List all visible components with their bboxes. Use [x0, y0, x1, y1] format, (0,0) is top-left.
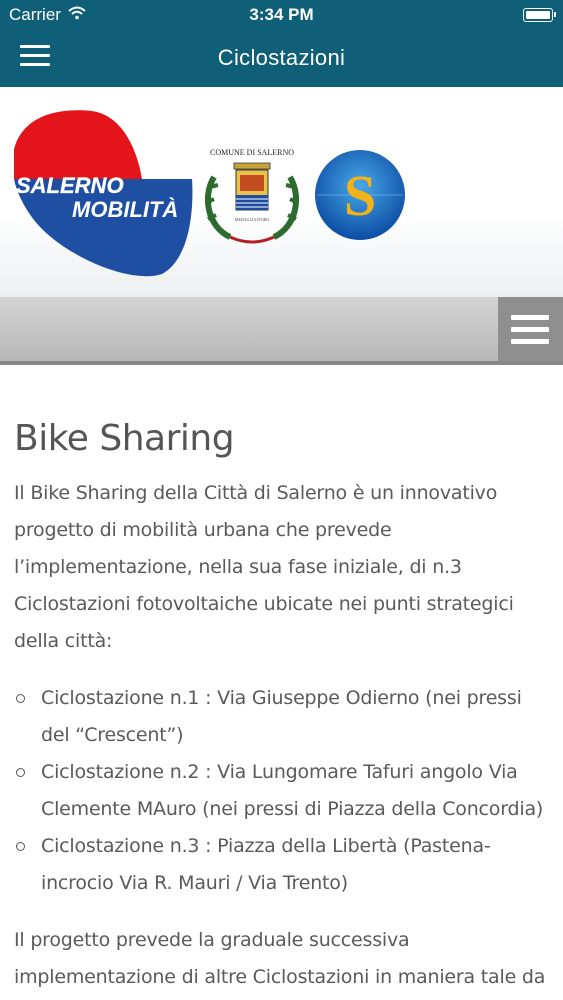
site-menu-bar — [0, 297, 563, 365]
svg-text:COMUNE DI SALERNO: COMUNE DI SALERNO — [210, 148, 294, 157]
battery-icon — [523, 8, 556, 22]
comune-salerno-crest[interactable]: COMUNE DI SALERNO MEDAGLIA D'ORO — [200, 137, 304, 252]
stations-list: Ciclostazione n.1 : Via Giuseppe Odierno… — [14, 680, 554, 902]
status-time: 3:34 PM — [249, 5, 314, 24]
article-intro: Il Bike Sharing della Città di Salerno è… — [14, 482, 514, 652]
svg-text:MOBILITÀ: MOBILITÀ — [72, 197, 178, 222]
svg-text:MEDAGLIA D'ORO: MEDAGLIA D'ORO — [235, 217, 269, 222]
svg-text:S: S — [344, 163, 376, 228]
status-bar: Carrier 3:34 PM — [0, 0, 563, 30]
list-item: Ciclostazione n.2 : Via Lungomare Tafuri… — [14, 754, 554, 828]
nav-bar: Ciclostazioni — [0, 30, 563, 87]
page-title: Ciclostazioni — [217, 45, 346, 70]
site-menu-icon[interactable] — [498, 297, 563, 361]
list-item: Ciclostazione n.3 : Piazza della Libertà… — [14, 828, 554, 902]
bullet-circle-icon — [16, 694, 25, 703]
article-heading: Bike Sharing — [14, 418, 235, 459]
bullet-circle-icon — [16, 842, 25, 851]
svg-text:SALERNO: SALERNO — [16, 173, 124, 198]
list-item: Ciclostazione n.1 : Via Giuseppe Odierno… — [14, 680, 554, 754]
station-text: Ciclostazione n.3 : Piazza della Libertà… — [41, 835, 491, 894]
article-outro: Il progetto prevede la graduale successi… — [14, 929, 546, 988]
site-header: SALERNO MOBILITÀ COMUNE DI SALERNO MEDAG… — [0, 87, 563, 297]
article-content: Bike Sharing Il Bike Sharing della Città… — [14, 418, 554, 996]
station-text: Ciclostazione n.2 : Via Lungomare Tafuri… — [41, 761, 544, 820]
station-text: Ciclostazione n.1 : Via Giuseppe Odierno… — [41, 687, 522, 746]
salerno-mobilita-logo[interactable]: SALERNO MOBILITÀ — [12, 109, 194, 282]
s-circle-logo[interactable]: S — [314, 149, 406, 246]
bullet-circle-icon — [16, 768, 25, 777]
